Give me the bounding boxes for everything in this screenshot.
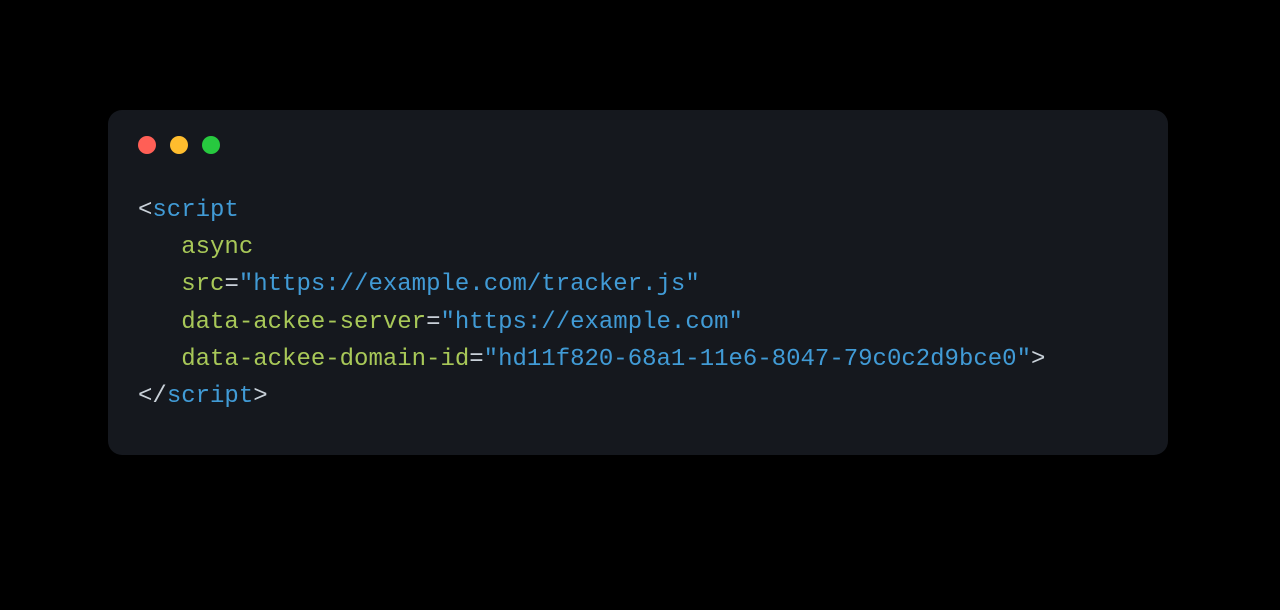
attr-async: async [181,234,253,261]
angle-close: > [1031,346,1045,373]
close-icon[interactable] [138,136,156,154]
indent [138,346,181,373]
attr-domain-value: hd11f820-68a1-11e6-8047-79c0c2d9bce0 [498,346,1016,373]
code-block: <script async src="https://example.com/t… [138,192,1138,415]
slash: / [152,383,166,410]
equals: = [224,271,238,298]
angle-open: < [138,197,152,224]
tag-name-close: script [167,383,253,410]
angle-close-close: > [253,383,267,410]
indent [138,309,181,336]
attr-domain-open-quote: " [484,346,498,373]
equals: = [469,346,483,373]
attr-server-close-quote: " [729,309,743,336]
zoom-icon[interactable] [202,136,220,154]
indent [138,234,181,261]
attr-server-open-quote: " [440,309,454,336]
code-window: <script async src="https://example.com/t… [108,110,1168,455]
attr-src-value: https://example.com/tracker.js [253,271,685,298]
indent [138,271,181,298]
attr-src-close-quote: " [685,271,699,298]
attr-src-name: src [181,271,224,298]
attr-src-open-quote: " [239,271,253,298]
window-controls [138,136,1138,154]
attr-server-name: data-ackee-server [181,309,426,336]
equals: = [426,309,440,336]
attr-domain-close-quote: " [1017,346,1031,373]
attr-server-value: https://example.com [455,309,729,336]
angle-open-close: < [138,383,152,410]
attr-domain-name: data-ackee-domain-id [181,346,469,373]
minimize-icon[interactable] [170,136,188,154]
tag-name-open: script [152,197,238,224]
